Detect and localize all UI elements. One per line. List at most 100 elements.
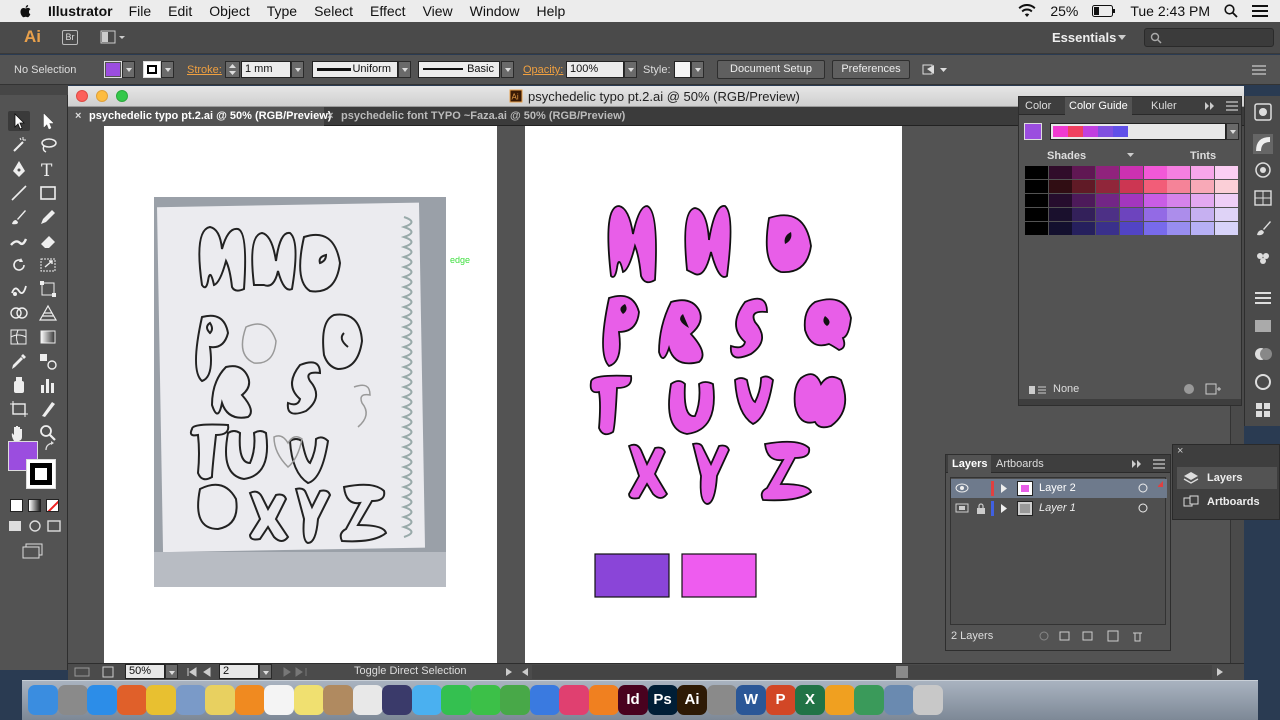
transparency-panel-icon[interactable] [1253,344,1273,364]
tab-color-guide[interactable]: Color Guide [1065,97,1132,115]
swap-fill-stroke-icon[interactable] [44,441,56,453]
menu-window[interactable]: Window [470,3,520,19]
panel-menu-icon[interactable] [1252,64,1266,76]
zoom-level-field[interactable]: 50% [125,664,165,679]
clock[interactable]: Tue 2:43 PM [1130,3,1210,19]
arrange-icon[interactable] [922,63,948,77]
color-variation-cell[interactable] [1214,180,1238,193]
color-variation-cell[interactable] [1119,166,1143,179]
dock-keynote-icon[interactable] [529,685,560,715]
panel-menu-icon[interactable] [1226,101,1238,111]
status-menu-arrow-icon[interactable] [505,667,513,677]
color-variation-cell[interactable] [1190,222,1214,235]
spotlight-icon[interactable] [1224,4,1238,18]
color-variation-cell[interactable] [1072,222,1096,235]
horizontal-scrollbar[interactable] [532,665,1212,679]
slice-tool-icon[interactable] [37,399,59,419]
color-variation-cell[interactable] [1072,166,1096,179]
color-variation-cell[interactable] [1143,194,1167,207]
color-variation-cell[interactable] [1025,194,1048,207]
layer-row-layer-2[interactable]: Layer 2 [951,479,1167,498]
dock-numbers-icon[interactable] [500,685,530,715]
menu-file[interactable]: File [129,3,152,19]
dock-office-icon[interactable] [824,685,855,715]
menu-edit[interactable]: Edit [168,3,192,19]
warp-tool-icon[interactable] [8,279,30,299]
color-variation-cell[interactable] [1214,194,1238,207]
dock-chrome-icon[interactable] [146,685,176,715]
mesh-tool-icon[interactable] [8,327,30,347]
zoom-dropdown[interactable] [165,664,178,679]
free-transform-tool-icon[interactable] [37,279,59,299]
artboard-number-field[interactable]: 2 [219,664,259,679]
menu-effect[interactable]: Effect [370,3,406,19]
eyedropper-tool-icon[interactable] [8,351,30,371]
color-variation-cell[interactable] [1143,166,1167,179]
variable-width-profile[interactable]: Uniform [312,61,398,78]
rotate-tool-icon[interactable] [8,255,30,275]
swatches-panel-icon[interactable] [1253,188,1273,208]
graphic-styles-panel-icon[interactable] [1253,400,1273,420]
artboard-tool-icon[interactable] [8,399,30,419]
dock-powerpoint-icon[interactable]: P [765,685,796,715]
battery-icon[interactable] [1092,5,1116,17]
first-previous-artboard-icon[interactable] [186,666,216,678]
paintbrush-tool-icon[interactable] [8,207,30,227]
artboard-1[interactable]: edge [104,126,497,663]
brush-dropdown[interactable] [501,61,514,78]
color-variation-cell[interactable] [1072,180,1096,193]
scale-tool-icon[interactable] [37,255,59,275]
dock-system-preferences-icon[interactable] [706,685,737,715]
color-variations-grid[interactable] [1025,166,1239,236]
harmony-color-4[interactable] [1113,126,1128,137]
preferences-button[interactable]: Preferences [832,60,910,79]
color-variation-cell[interactable] [1167,222,1191,235]
opacity-dropdown[interactable] [624,61,637,78]
zoom-window-button[interactable] [116,90,128,102]
apple-icon[interactable] [18,3,34,19]
color-variation-cell[interactable] [1096,208,1120,221]
zoom-tool-icon[interactable] [37,423,59,443]
close-window-button[interactable] [76,90,88,102]
dock-calendar-icon[interactable] [264,685,294,715]
color-variation-cell[interactable] [1190,208,1214,221]
color-variation-cell[interactable] [1143,208,1167,221]
stroke-label[interactable]: Stroke: [187,55,222,85]
color-variation-cell[interactable] [1096,166,1120,179]
tab-artboards[interactable]: Artboards [992,455,1048,473]
flyout-artboards[interactable]: Artboards [1177,491,1277,513]
artboard-2[interactable] [525,126,902,663]
close-icon[interactable]: × [1177,445,1183,457]
stroke-stepper[interactable] [225,61,240,78]
direct-selection-tool-icon[interactable] [37,111,59,131]
tab-kuler[interactable]: Kuler [1147,97,1181,115]
stroke-color-box[interactable] [26,459,56,489]
dock-photoshop-icon[interactable]: Ps [647,685,678,715]
dock-vlc-icon[interactable] [234,685,265,715]
dock-excel-icon[interactable]: X [795,685,825,715]
dock-line-icon[interactable] [441,685,471,715]
color-variation-cell[interactable] [1214,208,1238,221]
graphic-style-swatch[interactable] [674,61,691,78]
harmony-colors-strip[interactable] [1050,123,1226,140]
dock-itunes-icon[interactable] [559,685,589,715]
fill-dropdown[interactable] [122,61,135,78]
harmony-color-2[interactable] [1083,126,1098,137]
layers-panel-action-icons[interactable] [1038,630,1148,642]
stroke-weight-dropdown[interactable] [291,61,304,78]
dock-indesign-icon[interactable]: Id [618,685,648,715]
dock-finder-icon[interactable] [28,685,58,715]
stroke-weight-field[interactable]: 1 mm [241,61,291,78]
visibility-eye-icon[interactable] [955,483,969,493]
tools-panel-grip[interactable] [0,85,68,95]
dock-trash-icon[interactable] [913,685,943,715]
app-menu[interactable]: Illustrator [48,3,113,19]
symbols-panel-icon[interactable] [1253,248,1273,268]
color-variation-cell[interactable] [1167,166,1191,179]
color-variation-cell[interactable] [1048,180,1072,193]
dock-ibooks-icon[interactable] [588,685,619,715]
drawing-modes-icon[interactable] [8,519,62,533]
template-layer-icon[interactable] [955,503,969,513]
dock-facetime-icon[interactable] [470,685,501,715]
opacity-field[interactable]: 100% [566,61,624,78]
